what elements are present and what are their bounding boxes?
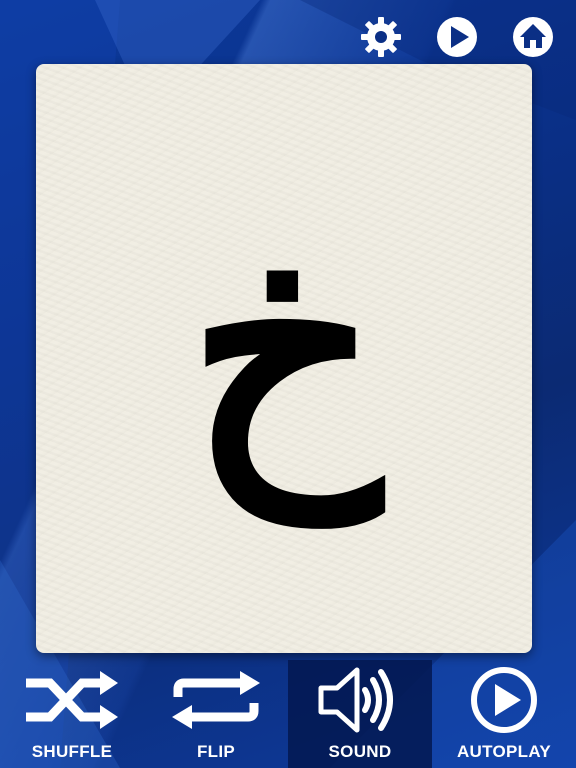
sound-label: SOUND xyxy=(328,742,392,761)
gear-icon xyxy=(361,17,401,57)
bottom-toolbar: SHUFFLE FLIP SOUND AUTOPLAY xyxy=(0,660,576,768)
shuffle-icon xyxy=(26,671,118,729)
autoplay-icon xyxy=(471,667,537,733)
home-button[interactable] xyxy=(510,14,556,60)
shuffle-button[interactable]: SHUFFLE xyxy=(0,660,144,768)
flip-label: FLIP xyxy=(196,742,236,761)
play-button[interactable] xyxy=(434,14,480,60)
autoplay-icon-wrap xyxy=(456,666,552,734)
sound-button[interactable]: SOUND xyxy=(288,660,432,768)
flashcard[interactable]: خ xyxy=(36,64,532,653)
play-icon xyxy=(437,17,477,57)
shuffle-label: SHUFFLE xyxy=(31,742,113,761)
flip-button[interactable]: FLIP xyxy=(144,660,288,768)
settings-button[interactable] xyxy=(358,14,404,60)
sound-icon-wrap xyxy=(312,666,408,734)
speaker-icon xyxy=(318,667,393,733)
shuffle-icon-wrap xyxy=(24,666,120,734)
flip-icon-wrap xyxy=(168,666,264,734)
arabic-letter: خ xyxy=(187,169,381,522)
autoplay-label: AUTOPLAY xyxy=(456,742,552,761)
flip-icon xyxy=(172,671,260,729)
home-icon xyxy=(513,17,553,57)
top-toolbar xyxy=(358,14,556,60)
autoplay-button[interactable]: AUTOPLAY xyxy=(432,660,576,768)
